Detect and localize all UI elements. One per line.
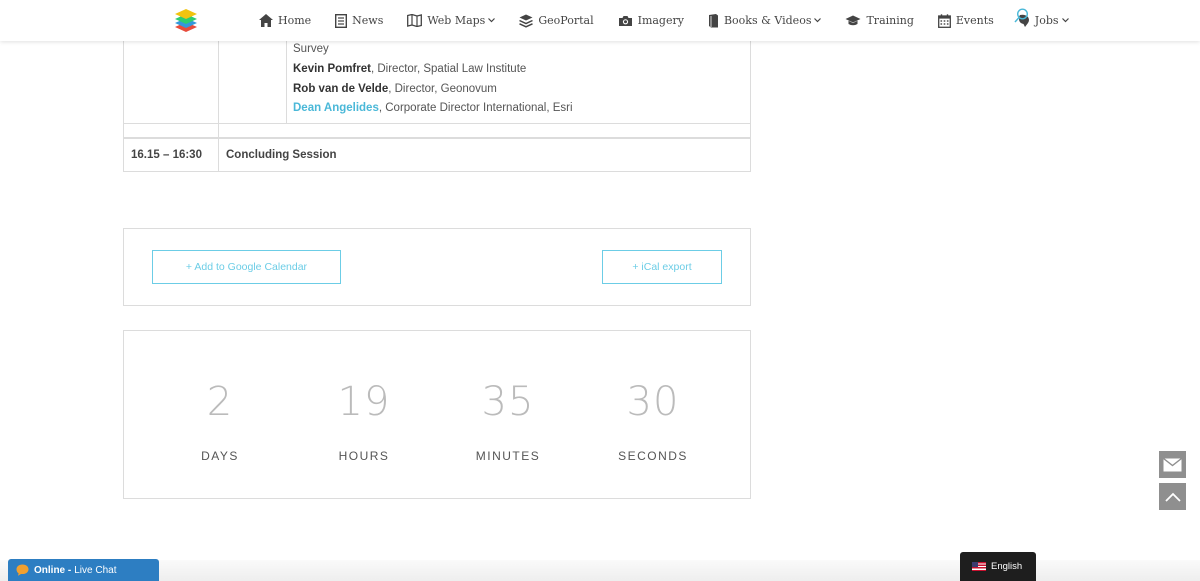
- nav-label: News: [352, 14, 384, 27]
- nav-label: Events: [955, 14, 994, 27]
- language-label: English: [991, 561, 1023, 572]
- countdown-value: 2: [206, 379, 234, 425]
- layers-icon: [519, 14, 534, 28]
- partial-text: Survey: [293, 43, 329, 55]
- nav-item-web-maps[interactable]: Web Maps: [407, 0, 496, 41]
- chat-label: Live Chat: [74, 564, 117, 576]
- nav-item-books-videos[interactable]: Books & Videos: [708, 0, 822, 41]
- nav-item-imagery[interactable]: Imagery: [618, 0, 684, 41]
- nav-item-news[interactable]: News: [335, 0, 383, 41]
- table-cell-blank: [219, 40, 287, 124]
- speaker-item: Rob van de Velde, Director, Geonovum: [293, 80, 750, 100]
- nav-label: Jobs: [1034, 14, 1059, 27]
- speaker-name: Rob van de Velde: [293, 82, 389, 95]
- table-cell-time: [124, 40, 219, 124]
- nav-label: Web Maps: [427, 14, 486, 27]
- nav-item-home[interactable]: Home: [259, 0, 311, 41]
- chevron-up-icon: [1164, 492, 1181, 502]
- search-icon[interactable]: [1014, 8, 1029, 24]
- speaker-item: Kevin Pomfret, Director, Spatial Law Ins…: [293, 60, 750, 80]
- nav-label: Training: [866, 14, 914, 27]
- countdown-label: HOURS: [338, 449, 390, 463]
- table-cell-blank: [124, 124, 219, 138]
- chevron-down-icon: [488, 18, 496, 23]
- countdown-value: 30: [626, 379, 680, 425]
- session-time: 16.15 – 16:30: [124, 139, 219, 171]
- countdown-label: MINUTES: [475, 449, 541, 463]
- speaker-name: Kevin Pomfret: [293, 62, 371, 75]
- news-icon: [335, 13, 348, 28]
- speaker-item: Dean Angelides, Corporate Director Inter…: [293, 99, 750, 119]
- countdown-value: 35: [481, 379, 535, 425]
- countdown-label: DAYS: [201, 449, 239, 463]
- language-switcher[interactable]: English: [960, 552, 1036, 581]
- speaker-role: , Director, Geonovum: [388, 82, 497, 95]
- ical-export-button[interactable]: + iCal export: [602, 250, 722, 284]
- countdown-value: 19: [337, 379, 391, 425]
- book-icon: [708, 13, 718, 27]
- nav-item-training[interactable]: Training: [845, 0, 914, 41]
- nav-item-events[interactable]: Events: [937, 0, 994, 41]
- nav-label: Books & Videos: [723, 14, 812, 27]
- calendar-icon: [937, 13, 951, 28]
- mail-icon: [1163, 457, 1182, 471]
- chevron-down-icon: [814, 18, 822, 23]
- nav-label: Home: [278, 14, 312, 27]
- contact-mail-button[interactable]: [1159, 451, 1186, 478]
- speaker-list: Survey Kevin Pomfret, Director, Spatial …: [287, 40, 750, 124]
- camera-icon: [618, 15, 632, 26]
- chat-status: Online -: [34, 564, 72, 576]
- site-header: Home News Web Maps GeoPortal Imagery Boo…: [0, 0, 1200, 41]
- speaker-role: , Corporate Director International, Esri: [378, 102, 573, 115]
- nav-item-geoportal[interactable]: GeoPortal: [519, 0, 594, 41]
- nav-label: Imagery: [637, 14, 684, 27]
- us-flag-icon: [972, 562, 986, 571]
- chevron-down-icon: [1061, 18, 1069, 23]
- live-chat-button[interactable]: Online - Live Chat: [8, 559, 159, 581]
- session-title: Concluding Session: [226, 149, 337, 161]
- map-icon: [407, 14, 423, 27]
- table-row: Survey Kevin Pomfret, Director, Spatial …: [123, 40, 751, 124]
- home-icon: [259, 14, 273, 27]
- chat-bubble-icon: [16, 564, 29, 576]
- event-countdown: 2 DAYS 19 HOURS 35 MINUTES 30 SECONDS: [123, 330, 751, 499]
- graduation-cap-icon: [845, 15, 861, 25]
- site-logo-icon[interactable]: [172, 5, 200, 33]
- table-row: 16.15 – 16:30 Concluding Session: [123, 138, 751, 172]
- scroll-to-top-button[interactable]: [1159, 483, 1186, 510]
- main-nav: Home News Web Maps GeoPortal Imagery Boo…: [259, 0, 1093, 41]
- schedule-table: Survey Kevin Pomfret, Director, Spatial …: [123, 40, 751, 172]
- add-google-calendar-button[interactable]: + Add to Google Calendar: [152, 250, 341, 284]
- speaker-link[interactable]: Dean Angelides: [293, 102, 379, 114]
- nav-label: GeoPortal: [538, 14, 594, 27]
- countdown-label: SECONDS: [618, 449, 688, 463]
- speaker-role: , Director, Spatial Law Institute: [370, 62, 527, 75]
- calendar-export-box: + Add to Google Calendar + iCal export: [123, 228, 751, 306]
- table-row-spacer: [123, 124, 751, 138]
